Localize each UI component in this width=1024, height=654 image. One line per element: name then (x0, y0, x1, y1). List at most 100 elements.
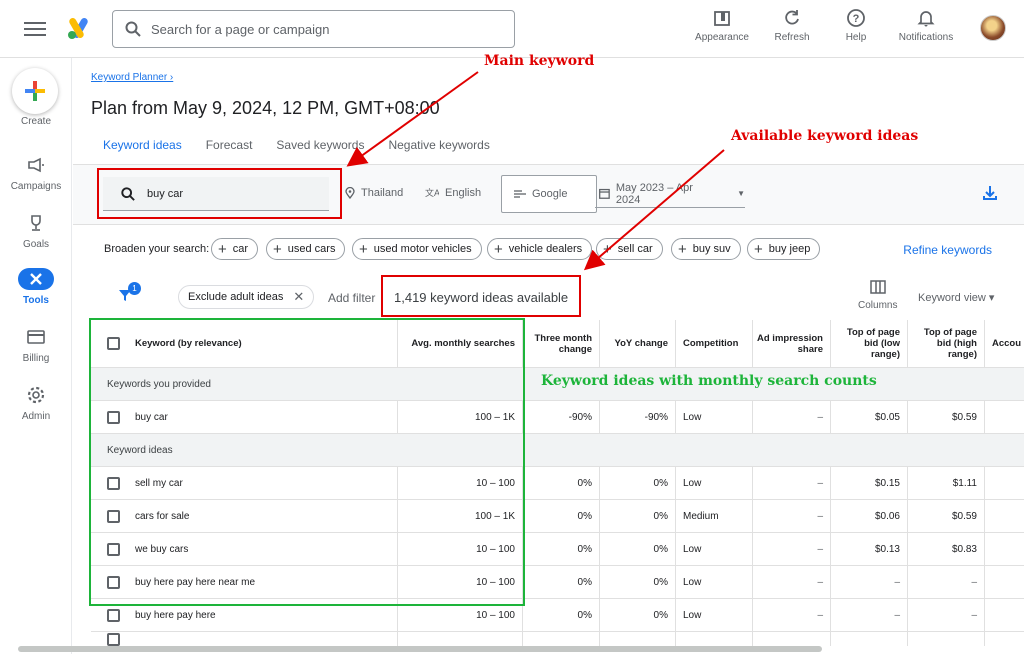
broaden-chip-buy-jeep[interactable]: + buy jeep (747, 238, 821, 260)
row-comp: Low (683, 411, 702, 423)
add-filter-button[interactable]: Add filter (328, 291, 375, 305)
broaden-chip-car[interactable]: + car (211, 238, 259, 260)
annotation-keyword-list-box (89, 318, 525, 606)
plus-icon: + (218, 240, 227, 258)
header-account-cell[interactable]: Accou (985, 320, 1024, 367)
exclude-adult-chip[interactable]: Exclude adult ideas ✕ (178, 285, 315, 309)
gear-icon (27, 386, 45, 404)
row-high: $0.59 (951, 510, 977, 522)
broaden-chip-used-cars[interactable]: + used cars (266, 238, 346, 260)
appearance-icon (714, 11, 730, 26)
header-three-month: Three month change (534, 333, 592, 355)
rail-item-tools[interactable]: Tools (0, 268, 72, 306)
rail-item-goals[interactable]: Goals (0, 212, 72, 250)
annotation-main-keyword-box (97, 168, 342, 219)
tab-keyword-ideas[interactable]: Keyword ideas (91, 136, 194, 167)
notifications-button[interactable]: Notifications (888, 8, 964, 43)
bell-icon (917, 11, 935, 27)
chip-label: car (232, 243, 249, 255)
header-text: share (797, 343, 823, 355)
rail-label-goals: Goals (22, 239, 50, 250)
refine-keywords-button[interactable]: Refine keywords (903, 243, 992, 257)
header-bid-high-cell[interactable]: Top of page bid (high range) (908, 320, 985, 367)
refresh-button[interactable]: Refresh (760, 8, 824, 43)
broaden-chip-buy-suv[interactable]: + buy suv (671, 238, 741, 260)
header-bid-high: Top of page bid (high range) (924, 327, 977, 360)
header-bid-low-cell[interactable]: Top of page bid (low range) (831, 320, 908, 367)
plus-icon: + (494, 240, 503, 258)
header-yoy-cell[interactable]: YoY change (600, 320, 676, 367)
header-three-month-cell[interactable]: Three month change (523, 320, 600, 367)
row-comp: Low (683, 543, 702, 555)
header-competition-cell[interactable]: Competition (676, 320, 753, 367)
location-label: Thailand (361, 187, 404, 199)
filter-button[interactable]: 1 (118, 282, 141, 307)
chip-label: used cars (287, 243, 336, 255)
row-high: $0.59 (951, 411, 977, 423)
help-button[interactable]: ? Help (824, 8, 888, 43)
rail-item-admin[interactable]: Admin (0, 384, 72, 422)
google-ads-logo[interactable] (66, 15, 92, 41)
breadcrumb[interactable]: Keyword Planner › (91, 72, 173, 83)
account-avatar[interactable] (980, 15, 1006, 41)
row-comp: Low (683, 576, 702, 588)
annotation-main-keyword: Main keyword (484, 53, 595, 69)
plus-icon: + (603, 240, 612, 258)
chip-label: buy suv (692, 243, 731, 255)
rail-item-billing[interactable]: Billing (0, 326, 72, 364)
plus-icon (25, 81, 45, 101)
chip-label: vehicle dealers (508, 243, 583, 255)
svg-text:?: ? (853, 13, 860, 25)
exclude-adult-label: Exclude adult ideas (188, 291, 284, 303)
date-range-filter[interactable]: May 2023 – Apr 2024 ▼ (595, 180, 745, 208)
annotation-ideas-count-box (381, 275, 581, 317)
row-yoy: 0% (653, 576, 668, 588)
tab-bar: Keyword ideas Forecast Saved keywords Ne… (91, 136, 502, 167)
rail-label-billing: Billing (22, 353, 50, 364)
header-text: Top of page (923, 327, 977, 338)
broaden-chip-used-motor-vehicles[interactable]: + used motor vehicles (352, 238, 482, 260)
appearance-button[interactable]: Appearance (684, 8, 760, 43)
global-search[interactable] (112, 10, 515, 48)
translate-icon: 文A (425, 187, 439, 198)
tab-saved-keywords[interactable]: Saved keywords (264, 136, 376, 167)
network-filter[interactable]: Google (501, 175, 597, 213)
header-account: Accou (992, 338, 1022, 349)
row-checkbox[interactable] (107, 608, 120, 622)
download-icon[interactable] (982, 185, 998, 201)
megaphone-icon (28, 157, 44, 173)
chip-label: buy jeep (768, 243, 811, 255)
plus-icon: + (273, 240, 282, 258)
language-filter[interactable]: 文A English (425, 187, 481, 199)
location-pin-icon (345, 187, 355, 199)
rail-label-admin: Admin (21, 411, 51, 422)
row-three: 0% (577, 576, 592, 588)
keyword-view-dropdown[interactable]: Keyword view ▾ (918, 291, 994, 304)
header-text: bid (low (864, 338, 900, 349)
menu-icon[interactable] (24, 18, 46, 40)
search-icon (125, 21, 141, 37)
broaden-chip-vehicle-dealers[interactable]: + vehicle dealers (487, 238, 593, 260)
rail-item-campaigns[interactable]: Campaigns (0, 154, 72, 192)
close-icon[interactable]: ✕ (293, 289, 304, 305)
row-three: 0% (577, 543, 592, 555)
row-low: $0.05 (874, 411, 900, 423)
header-ad-share-cell[interactable]: Ad impression share (753, 320, 831, 367)
tab-negative-keywords[interactable]: Negative keywords (376, 136, 501, 167)
broaden-label: Broaden your search: (104, 243, 210, 255)
columns-icon (869, 280, 886, 294)
create-button[interactable] (12, 68, 58, 114)
rail-label-tools: Tools (23, 295, 49, 306)
columns-button[interactable]: Columns (858, 280, 897, 311)
row-yoy: 0% (653, 510, 668, 522)
row-comp: Low (683, 477, 702, 489)
row-checkbox[interactable] (107, 632, 120, 646)
header-ad-share: Ad impression share (757, 333, 823, 355)
row-ad: – (817, 543, 823, 555)
global-search-input[interactable] (151, 21, 491, 37)
tab-forecast[interactable]: Forecast (194, 136, 265, 167)
horizontal-scrollbar[interactable] (18, 646, 822, 652)
location-filter[interactable]: Thailand (345, 187, 403, 199)
broaden-chip-sell-car[interactable]: + sell car (596, 238, 663, 260)
row-high: $0.83 (951, 543, 977, 555)
